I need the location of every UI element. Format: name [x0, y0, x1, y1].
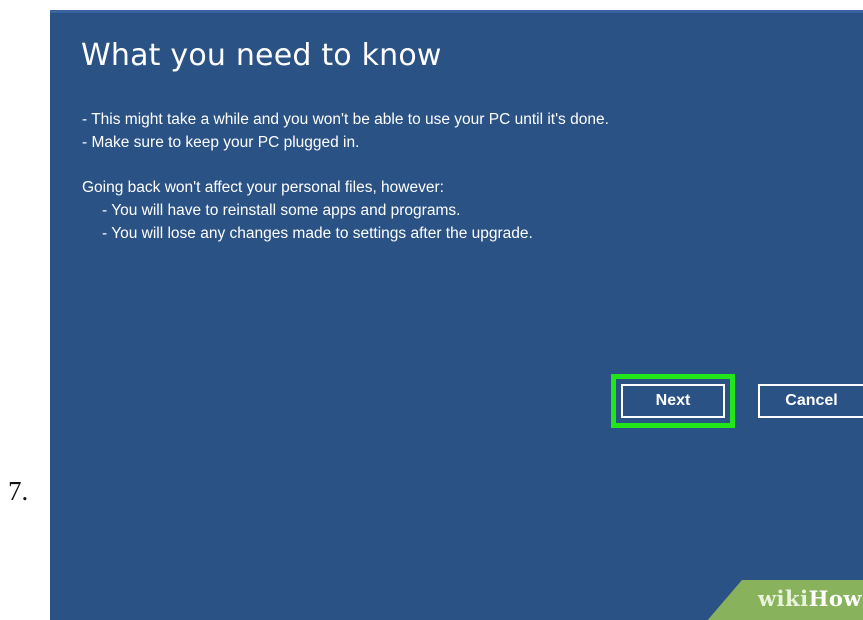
note-item-2: - You will lose any changes made to sett…: [102, 225, 533, 242]
next-button[interactable]: Next: [621, 384, 725, 418]
top-strip: [50, 10, 863, 13]
watermark-text: wikiHow: [758, 586, 862, 611]
watermark-part-wiki: wiki: [757, 586, 809, 611]
intro-line-1: - This might take a while and you won't …: [82, 111, 609, 128]
cancel-button[interactable]: Cancel: [758, 384, 863, 418]
intro-line-2: - Make sure to keep your PC plugged in.: [82, 134, 360, 151]
go-back-dialog: What you need to know - This might take …: [50, 10, 863, 620]
wikihow-watermark: wikiHow: [706, 580, 863, 620]
step-number: 7.: [8, 476, 29, 506]
watermark-part-how: How: [808, 586, 862, 611]
personal-files-note: Going back won't affect your personal fi…: [82, 179, 444, 196]
dialog-body: - This might take a while and you won't …: [82, 108, 842, 245]
note-item-1: - You will have to reinstall some apps a…: [102, 202, 461, 219]
dialog-title: What you need to know: [81, 38, 442, 73]
